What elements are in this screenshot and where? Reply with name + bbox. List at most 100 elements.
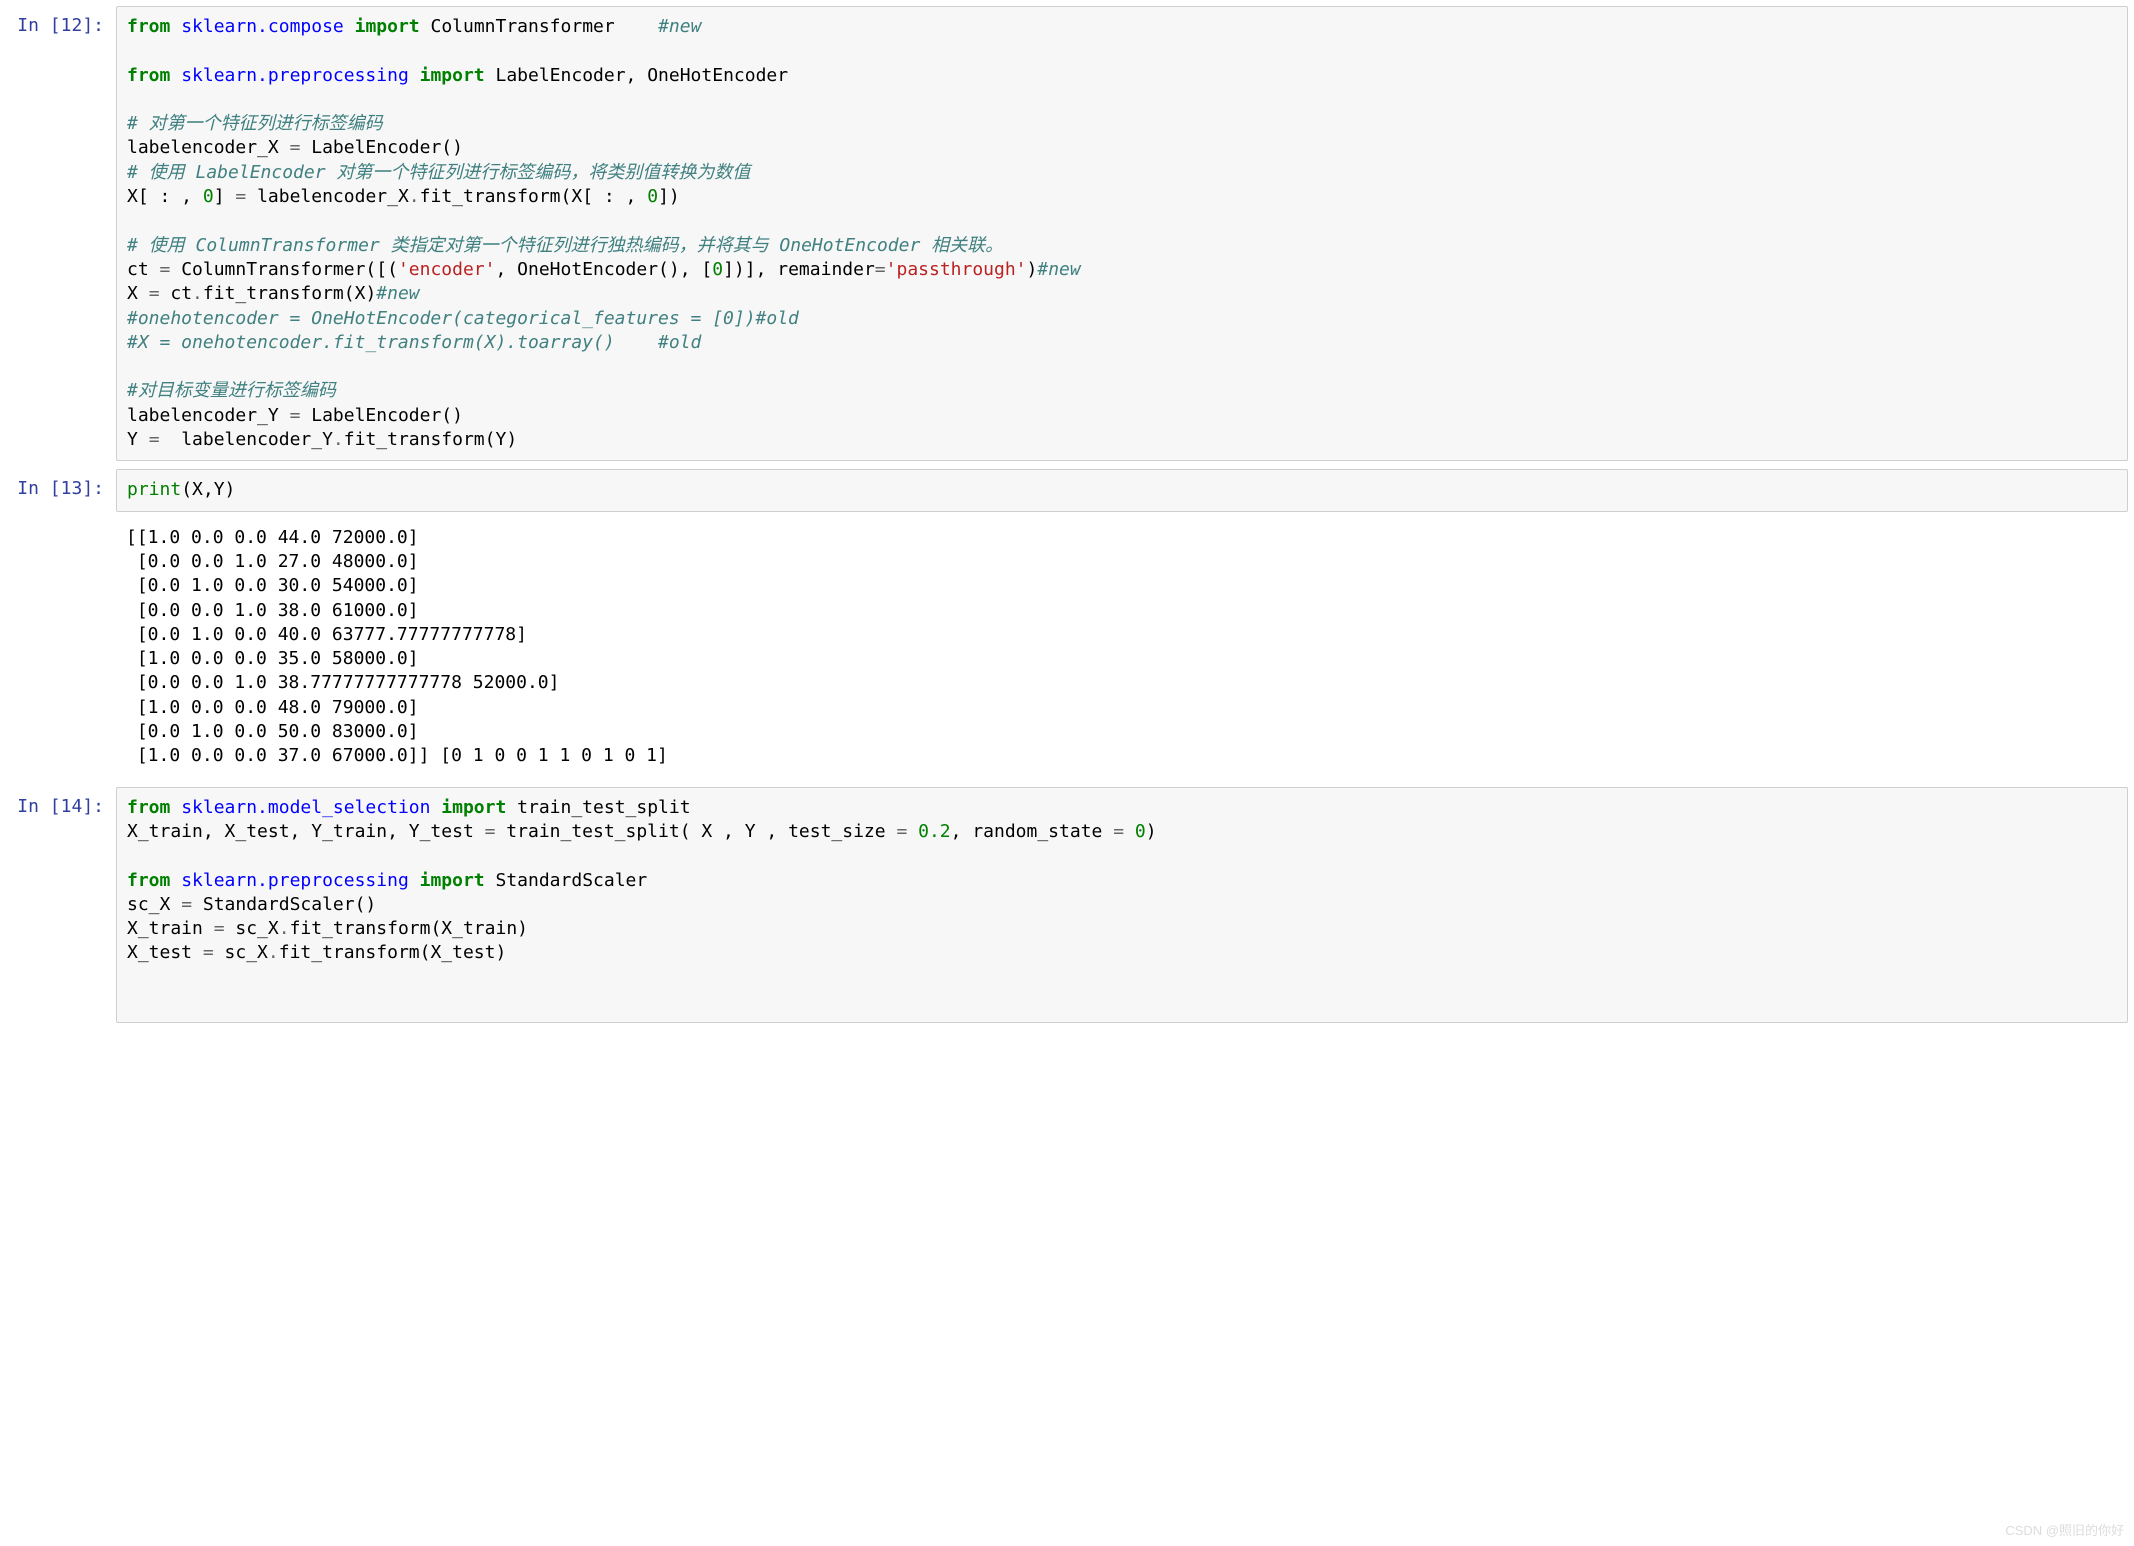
code-token: fit_transform(X[ : ,: [420, 186, 648, 207]
code-token: [409, 65, 420, 86]
code-token: [409, 870, 420, 891]
notebook-container: In [12]:from sklearn.compose import Colu…: [6, 6, 2128, 1023]
code-token: train_test_split: [506, 797, 690, 818]
code-token: =: [235, 186, 246, 207]
code-token: from: [127, 797, 170, 818]
code-token: train_test_split( X , Y , test_size: [495, 821, 896, 842]
code-token: [1124, 821, 1135, 842]
code-input[interactable]: from sklearn.model_selection import trai…: [116, 787, 2128, 1024]
code-token: # 使用 LabelEncoder 对第一个特征列进行标签编码，将类别值转换为数…: [127, 162, 750, 183]
code-token: 'passthrough': [886, 259, 1027, 280]
code-token: , random_state: [951, 821, 1114, 842]
code-token: #new: [1037, 259, 1080, 280]
code-token: sklearn.model_selection: [181, 797, 430, 818]
code-token: ]): [658, 186, 680, 207]
code-token: from: [127, 16, 170, 37]
code-token: fit_transform(X_train): [290, 918, 528, 939]
code-token: import: [355, 16, 420, 37]
code-token: #X = onehotencoder.fit_transform(X).toar…: [127, 332, 701, 353]
code-token: import: [420, 870, 485, 891]
cell-prompt: [6, 520, 116, 779]
code-token: print: [127, 479, 181, 500]
code-token: #对目标变量进行标签编码: [127, 380, 336, 401]
code-token: =: [485, 821, 496, 842]
code-token: labelencoder_Y: [160, 429, 333, 450]
code-token: .: [279, 918, 290, 939]
code-token: sklearn.preprocessing: [181, 870, 409, 891]
code-token: =: [290, 137, 301, 158]
code-token: StandardScaler: [485, 870, 648, 891]
code-token: =: [149, 429, 160, 450]
code-token: fit_transform(Y): [344, 429, 517, 450]
code-token: ColumnTransformer: [420, 16, 658, 37]
code-token: 'encoder': [398, 259, 496, 280]
code-token: =: [203, 942, 214, 963]
code-token: LabelEncoder(): [300, 405, 463, 426]
code-token: ct: [127, 259, 160, 280]
code-token: import: [441, 797, 506, 818]
code-token: sc_X: [225, 918, 279, 939]
output-cell: [[1.0 0.0 0.0 44.0 72000.0] [0.0 0.0 1.0…: [6, 520, 2128, 779]
code-token: ct: [160, 283, 193, 304]
code-token: labelencoder_X: [246, 186, 409, 207]
code-token: ): [1027, 259, 1038, 280]
code-token: =: [290, 405, 301, 426]
code-cell: In [13]:print(X,Y): [6, 469, 2128, 511]
code-token: [907, 821, 918, 842]
code-token: 0: [647, 186, 658, 207]
code-token: sc_X: [127, 894, 181, 915]
code-token: [430, 797, 441, 818]
code-input[interactable]: from sklearn.compose import ColumnTransf…: [116, 6, 2128, 461]
code-token: =: [160, 259, 171, 280]
code-token: 0.2: [918, 821, 951, 842]
code-token: X: [127, 283, 149, 304]
code-token: =: [1113, 821, 1124, 842]
code-token: labelencoder_X: [127, 137, 290, 158]
code-token: X_train, X_test, Y_train, Y_test: [127, 821, 485, 842]
cell-prompt: In [13]:: [6, 469, 116, 511]
code-token: sklearn.preprocessing: [181, 65, 409, 86]
code-token: fit_transform(X_test): [279, 942, 507, 963]
code-token: # 使用 ColumnTransformer 类指定对第一个特征列进行独热编码，…: [127, 235, 1003, 256]
code-token: sc_X: [214, 942, 268, 963]
code-token: # 对第一个特征列进行标签编码: [127, 113, 383, 134]
code-token: =: [149, 283, 160, 304]
code-input[interactable]: print(X,Y): [116, 469, 2128, 511]
code-token: 0: [203, 186, 214, 207]
code-token: X[ : ,: [127, 186, 203, 207]
code-token: #new: [376, 283, 419, 304]
code-token: [170, 16, 181, 37]
output-text: [[1.0 0.0 0.0 44.0 72000.0] [0.0 0.0 1.0…: [116, 520, 2128, 779]
code-token: .: [268, 942, 279, 963]
code-token: .: [192, 283, 203, 304]
code-token: ): [1146, 821, 1157, 842]
code-token: X_test: [127, 942, 203, 963]
code-token: .: [409, 186, 420, 207]
code-token: =: [214, 918, 225, 939]
code-token: fit_transform(X): [203, 283, 376, 304]
code-token: X_train: [127, 918, 214, 939]
code-token: labelencoder_Y: [127, 405, 290, 426]
code-token: ])], remainder: [723, 259, 875, 280]
code-token: from: [127, 870, 170, 891]
cell-prompt: In [14]:: [6, 787, 116, 1024]
code-token: #new: [658, 16, 701, 37]
code-token: StandardScaler(): [192, 894, 376, 915]
code-token: LabelEncoder(): [300, 137, 463, 158]
code-token: =: [875, 259, 886, 280]
code-token: from: [127, 65, 170, 86]
code-token: [344, 16, 355, 37]
code-token: ColumnTransformer([(: [170, 259, 398, 280]
cell-prompt: In [12]:: [6, 6, 116, 461]
code-token: LabelEncoder, OneHotEncoder: [485, 65, 788, 86]
code-token: =: [181, 894, 192, 915]
code-token: ]: [214, 186, 236, 207]
code-token: #onehotencoder = OneHotEncoder(categoric…: [127, 308, 799, 329]
code-token: 0: [712, 259, 723, 280]
code-token: Y: [127, 429, 149, 450]
code-token: [170, 870, 181, 891]
code-token: [170, 797, 181, 818]
code-token: sklearn.compose: [181, 16, 344, 37]
code-cell: In [12]:from sklearn.compose import Colu…: [6, 6, 2128, 461]
code-token: [170, 65, 181, 86]
